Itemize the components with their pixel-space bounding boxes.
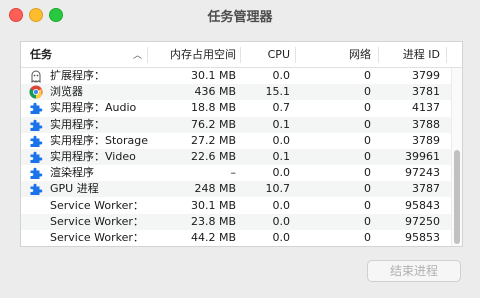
cpu-cell: 15.1 — [265, 85, 291, 99]
title-bar[interactable]: 任务管理器 — [0, 0, 480, 30]
column-divider[interactable] — [446, 47, 447, 63]
network-cell: 0 — [364, 133, 371, 147]
table-row[interactable]: GPU 进程 248 MB 10.7 0 3787 — [21, 181, 451, 198]
table-row[interactable]: 实用程序：Audio 18.8 MB 0.7 0 4137 — [21, 100, 451, 116]
memory-cell: 248 MB — [194, 182, 236, 196]
cpu-cell: 0.0 — [272, 214, 291, 228]
pid-cell: 4137 — [412, 101, 440, 115]
pid-cell: 95853 — [405, 231, 440, 244]
cpu-cell: 10.7 — [265, 182, 291, 196]
scrollbar-thumb[interactable] — [454, 150, 460, 244]
cpu-cell: 0.0 — [272, 198, 291, 212]
task-name-cell: 浏览器 — [50, 85, 83, 99]
memory-cell: 22.6 MB — [190, 150, 236, 163]
column-divider[interactable] — [240, 47, 241, 63]
column-header-memory[interactable]: 内存占用空间 — [169, 48, 236, 62]
process-table: 任务 ︿ 内存占用空间 CPU 网络 进程 ID 扩展程序： 30.1 MB 0.0… — [20, 41, 463, 247]
end-process-button[interactable]: 结束进程 — [367, 260, 461, 282]
task-name-cell: Service Worker： — [50, 198, 144, 212]
pid-cell: 97243 — [405, 166, 440, 180]
memory-cell: 27.2 MB — [190, 133, 236, 147]
cpu-cell: 0.0 — [272, 231, 291, 244]
table-row[interactable]: 实用程序： 76.2 MB 0.1 0 3788 — [21, 116, 451, 133]
table-row[interactable]: 渲染程序 – 0.0 0 97243 — [21, 165, 451, 181]
memory-cell: 44.2 MB — [190, 231, 236, 244]
cpu-cell: 0.0 — [272, 133, 291, 147]
task-name-cell: 实用程序： — [50, 117, 105, 131]
puzzle-icon — [29, 182, 43, 196]
network-cell: 0 — [364, 198, 371, 212]
cpu-cell: 0.0 — [272, 69, 291, 82]
memory-cell: – — [230, 166, 237, 180]
pid-cell: 3781 — [412, 85, 440, 99]
network-cell: 0 — [364, 182, 371, 196]
pid-cell: 3799 — [412, 69, 440, 82]
memory-cell: 30.1 MB — [190, 198, 236, 212]
task-name-cell: GPU 进程 — [50, 182, 99, 196]
column-divider[interactable] — [295, 47, 296, 63]
sort-ascending-icon[interactable]: ︿ — [133, 48, 142, 61]
column-divider[interactable] — [147, 47, 148, 63]
network-cell: 0 — [364, 101, 371, 115]
vertical-scrollbar[interactable] — [451, 68, 462, 246]
network-cell: 0 — [364, 231, 371, 244]
chrome-icon — [29, 85, 43, 99]
table-header: 任务 ︿ 内存占用空间 CPU 网络 进程 ID — [21, 42, 462, 68]
column-header-cpu[interactable]: CPU — [257, 48, 290, 62]
memory-cell: 436 MB — [194, 85, 236, 99]
cpu-cell: 0.7 — [272, 101, 291, 115]
puzzle-icon — [29, 101, 43, 115]
extension-ghost-icon — [29, 69, 43, 84]
memory-cell: 76.2 MB — [190, 117, 236, 131]
task-name-cell: 实用程序：Storage — [50, 133, 149, 147]
task-name-cell: 实用程序：Audio — [50, 101, 137, 115]
column-header-pid[interactable]: 进程 ID — [389, 48, 440, 62]
pid-cell: 95843 — [405, 198, 440, 212]
network-cell: 0 — [364, 166, 371, 180]
task-name-cell: 实用程序：Video — [50, 150, 136, 163]
memory-cell: 23.8 MB — [190, 214, 236, 228]
task-name-cell: Service Worker： — [50, 231, 144, 244]
pid-cell: 39961 — [405, 150, 440, 163]
pid-cell: 3788 — [412, 117, 440, 131]
task-manager-window: 任务管理器 任务 ︿ 内存占用空间 CPU 网络 进程 ID 扩展程序： 30.1… — [0, 0, 480, 298]
cpu-cell: 0.1 — [272, 117, 291, 131]
column-header-task[interactable]: 任务 — [30, 48, 52, 62]
puzzle-icon — [29, 134, 43, 148]
table-row[interactable]: Service Worker： 44.2 MB 0.0 0 95853 — [21, 230, 451, 246]
pid-cell: 3787 — [412, 182, 440, 196]
network-cell: 0 — [364, 85, 371, 99]
puzzle-icon — [29, 118, 43, 132]
table-row[interactable]: 实用程序：Storage 27.2 MB 0.0 0 3789 — [21, 133, 451, 149]
network-cell: 0 — [364, 214, 371, 228]
window-title: 任务管理器 — [207, 10, 273, 25]
cpu-cell: 0.1 — [272, 150, 291, 163]
puzzle-icon — [29, 166, 43, 180]
memory-cell: 30.1 MB — [190, 69, 236, 82]
cpu-cell: 0.0 — [272, 166, 291, 180]
table-row[interactable]: 浏览器 436 MB 15.1 0 3781 — [21, 84, 451, 101]
memory-cell: 18.8 MB — [190, 101, 236, 115]
puzzle-icon — [29, 150, 43, 164]
network-cell: 0 — [364, 69, 371, 82]
pid-cell: 97250 — [405, 214, 440, 228]
table-row[interactable]: Service Worker： 23.8 MB 0.0 0 97250 — [21, 213, 451, 230]
network-cell: 0 — [364, 117, 371, 131]
column-divider[interactable] — [378, 47, 379, 63]
table-row[interactable]: 实用程序：Video 22.6 MB 0.1 0 39961 — [21, 149, 451, 165]
column-header-network[interactable]: 网络 — [321, 48, 371, 62]
table-row[interactable]: 扩展程序： 30.1 MB 0.0 0 3799 — [21, 68, 451, 84]
table-row[interactable]: Service Worker： 30.1 MB 0.0 0 95843 — [21, 198, 451, 214]
task-name-cell: 渲染程序 — [50, 166, 94, 180]
task-name-cell: 扩展程序： — [50, 69, 105, 82]
pid-cell: 3789 — [412, 133, 440, 147]
task-name-cell: Service Worker： — [50, 214, 144, 228]
network-cell: 0 — [364, 150, 371, 163]
